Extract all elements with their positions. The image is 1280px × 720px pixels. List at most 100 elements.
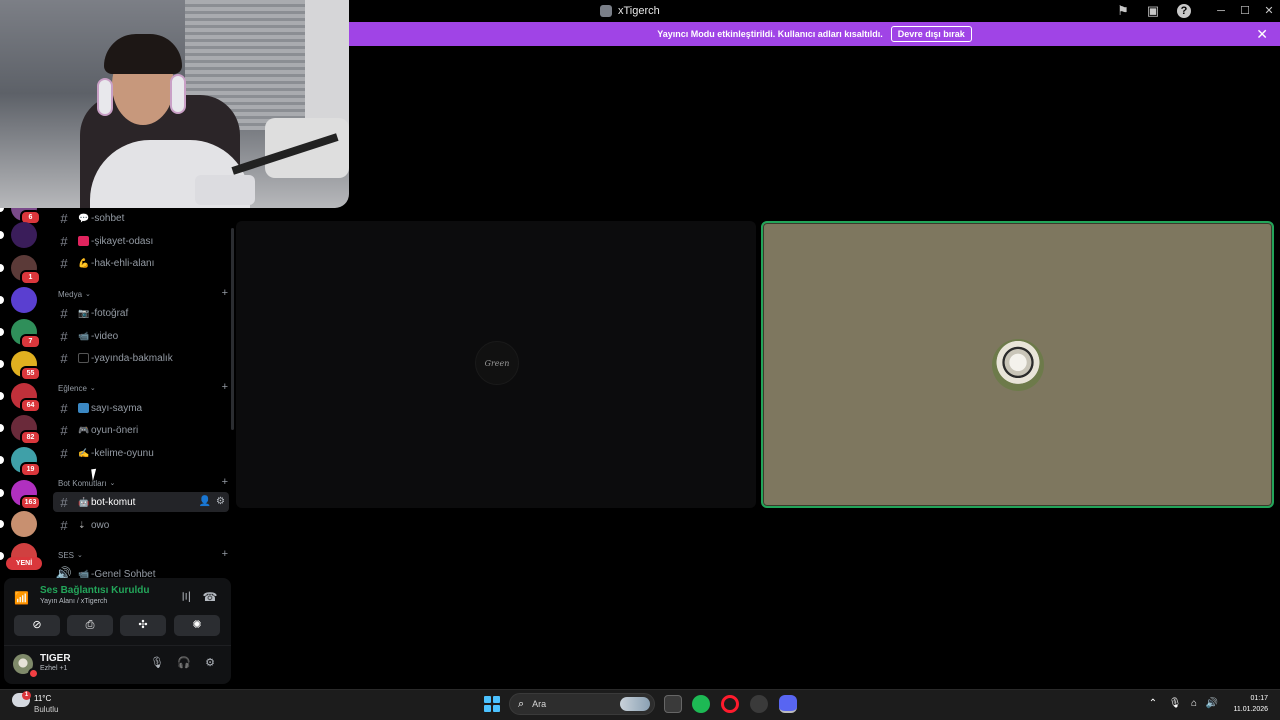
channel-fotograf[interactable]: # 📷 -fotoğraf	[53, 303, 229, 323]
speaker-icon: 🔊	[55, 566, 73, 578]
mention-badge: 19	[20, 462, 41, 477]
screen-share-button[interactable]: ⎙	[67, 615, 113, 636]
add-channel-icon[interactable]: +	[222, 476, 228, 488]
channel-label: -Genel Sohbet	[91, 568, 156, 579]
chevron-down-icon: ⌄	[85, 291, 91, 298]
channel-owo[interactable]: # ⇣ owo	[53, 515, 229, 535]
discord-icon[interactable]	[779, 695, 797, 713]
channel-label: -fotoğraf	[91, 307, 129, 319]
help-icon[interactable]: ?	[1177, 4, 1191, 18]
server-icon[interactable]: 19	[0, 447, 41, 477]
channel-label: -video	[91, 330, 119, 342]
hash-icon: #	[60, 350, 68, 366]
task-view-icon[interactable]	[664, 695, 682, 713]
server-icon[interactable]: 7	[0, 319, 41, 349]
sidebar-scrollbar[interactable]	[231, 228, 234, 430]
channel-yayinda-bakmalik[interactable]: # -yayında-bakmalık	[53, 348, 229, 368]
hash-icon: #	[60, 305, 68, 321]
network-icon[interactable]: ⌂	[1187, 697, 1201, 711]
window-title-text: xTigerch	[618, 5, 660, 17]
spotify-icon[interactable]	[692, 695, 710, 713]
webcam-overlay	[0, 0, 349, 208]
volume-icon[interactable]: 🔊	[1205, 697, 1219, 711]
camera-off-button[interactable]: ⊘	[14, 615, 60, 636]
channel-label: owo	[91, 519, 110, 531]
category-medya[interactable]: Medya ⌄ +	[58, 287, 228, 301]
microphone-icon[interactable]: 🎙	[149, 655, 165, 671]
channel-sohbet[interactable]: # 💬 -sohbet	[53, 208, 229, 228]
category-eglence[interactable]: Eğlence ⌄ +	[58, 381, 228, 395]
channel-oyun-oneri[interactable]: # 🎮 oyun-öneri	[53, 420, 229, 440]
mention-badge: 55	[20, 366, 41, 381]
settings-icon[interactable]: ⚙	[202, 655, 218, 671]
server-icon[interactable]	[0, 222, 37, 248]
headphones-icon[interactable]: 🎧	[176, 655, 192, 671]
username[interactable]: TIGER	[40, 653, 71, 664]
category-label: SES	[58, 550, 75, 560]
add-channel-icon[interactable]: +	[222, 381, 228, 393]
signal-icon[interactable]: 📶	[14, 590, 30, 606]
server-icon[interactable]: 163	[0, 480, 41, 510]
add-channel-icon[interactable]: +	[222, 548, 228, 560]
close-icon[interactable]: ✕	[1256, 26, 1268, 42]
mention-badge: 1	[20, 270, 41, 285]
maximize-button[interactable]: ☐	[1238, 3, 1252, 19]
server-icon[interactable]	[0, 511, 37, 537]
channel-label: bot-komut	[91, 496, 136, 508]
server-icon[interactable]: 64	[0, 383, 41, 413]
server-icon[interactable]: 82	[0, 415, 41, 445]
disable-streamer-mode-button[interactable]: Devre dışı bırak	[890, 26, 972, 42]
weather-condition[interactable]: Bulutlu	[34, 705, 58, 714]
voice-channel-info[interactable]: Yayın Alanı / xTigerch	[40, 598, 107, 605]
robot-icon: 🤖	[78, 497, 90, 507]
invite-icon[interactable]: 👤	[199, 496, 211, 507]
clock[interactable]: 01:17 11.01.2026	[1226, 693, 1268, 715]
channel-kelime-oyunu[interactable]: # ✍ -kelime-oyunu	[53, 443, 229, 463]
channel-video[interactable]: # 📹 -video	[53, 326, 229, 346]
search-placeholder: Ara	[532, 699, 547, 709]
channel-sikayet-odasi[interactable]: # -şikayet-odası	[53, 231, 229, 251]
inbox-icon[interactable]: ▣	[1145, 3, 1161, 19]
hash-icon: #	[60, 422, 68, 438]
noise-suppression-icon[interactable]: 〣	[178, 589, 194, 605]
category-label: Bot Komutları	[58, 478, 107, 488]
activities-button[interactable]: ✣	[120, 615, 166, 636]
hash-icon: #	[60, 494, 68, 510]
microphone-tray-icon[interactable]: 🎙	[1168, 697, 1182, 711]
channel-label: -şikayet-odası	[91, 235, 154, 247]
add-channel-icon[interactable]: +	[222, 287, 228, 299]
time: 01:17	[1250, 695, 1268, 702]
windows-start-icon[interactable]	[484, 696, 500, 712]
channel-genel-sohbet[interactable]: 🔊 📹 -Genel Sohbet	[53, 564, 229, 578]
opera-icon[interactable]	[721, 695, 739, 713]
chevron-up-icon[interactable]: ⌃	[1146, 697, 1160, 711]
channel-bot-komut[interactable]: # 🤖 bot-komut 👤 ⚙	[53, 492, 229, 512]
voice-status[interactable]: Ses Bağlantısı Kuruldu	[40, 585, 149, 596]
flag-icon[interactable]: ⚑	[1115, 3, 1131, 19]
channel-hak-ehli-alani[interactable]: # 💪 -hak-ehli-alanı	[53, 253, 229, 273]
search-icon: ⌕	[518, 697, 525, 710]
server-icon[interactable]: 1	[0, 255, 41, 285]
temperature[interactable]: 11°C	[34, 694, 51, 703]
close-window-button[interactable]: ✕	[1262, 3, 1276, 19]
category-bot-komutlari[interactable]: Bot Komutları ⌄ +	[58, 476, 228, 490]
soundboard-button[interactable]: ✺	[174, 615, 220, 636]
server-icon[interactable]	[0, 287, 37, 313]
minimize-button[interactable]: ─	[1214, 3, 1228, 19]
disconnect-icon[interactable]: ☎	[202, 589, 218, 605]
gear-icon[interactable]: ⚙	[216, 496, 225, 507]
headphone-right	[170, 74, 186, 114]
chevron-down-icon: ⌄	[77, 552, 83, 559]
channel-label: oyun-öneri	[91, 424, 139, 436]
category-ses[interactable]: SES ⌄ +	[58, 548, 228, 562]
taskbar-search[interactable]: ⌕ Ara	[509, 693, 655, 715]
server-avatar	[11, 222, 37, 248]
app-icon[interactable]	[750, 695, 768, 713]
status-dot	[28, 668, 39, 679]
channel-label: -sohbet	[91, 212, 125, 224]
channel-sayi-sayma[interactable]: # sayı-sayma	[53, 398, 229, 418]
channel-label: -kelime-oyunu	[91, 447, 154, 459]
hash-icon: #	[60, 445, 68, 461]
server-icon[interactable]: 55	[0, 351, 41, 381]
category-label: Eğlence	[58, 383, 87, 393]
